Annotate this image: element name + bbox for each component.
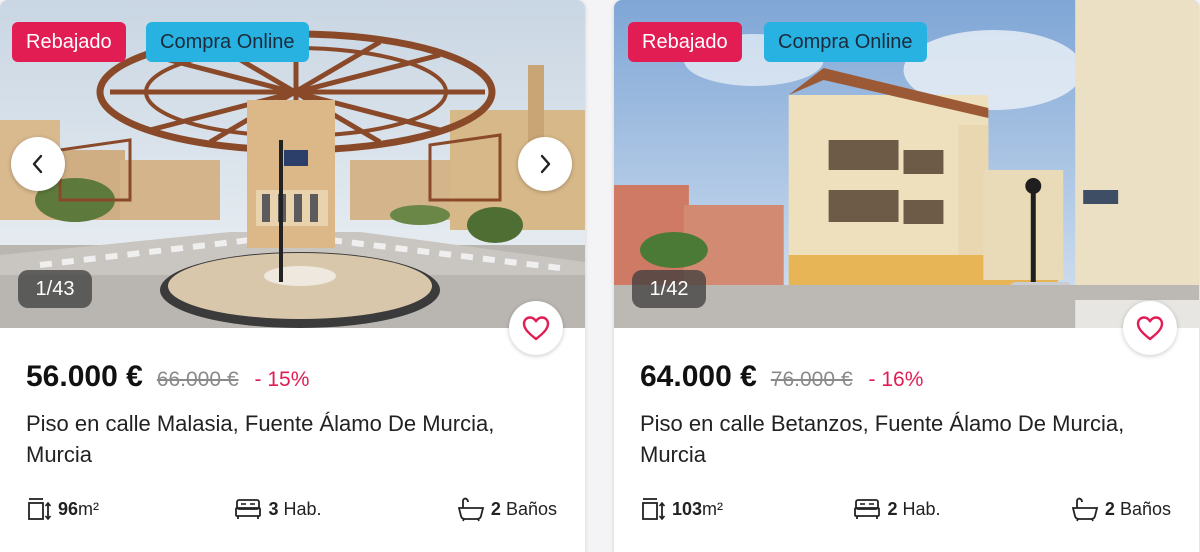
rooms-value: 2 <box>887 498 898 519</box>
area-unit: m² <box>702 498 724 519</box>
rooms-value: 3 <box>268 498 279 519</box>
bathrooms-label: Baños <box>1119 498 1171 519</box>
bathrooms-value: 2 <box>1104 498 1115 519</box>
rooms-label: Hab. <box>902 498 941 519</box>
listing-card[interactable]: Rebajado Compra Online 1/43 56.000 € 66.… <box>0 0 585 552</box>
area-icon <box>642 498 666 521</box>
area-feature: 96 m² <box>26 496 99 522</box>
bathrooms-feature: 2 Baños <box>1071 496 1171 522</box>
discounted-badge: Rebajado <box>628 22 742 62</box>
bed-icon <box>854 499 881 519</box>
bath-icon <box>1071 497 1099 522</box>
chevron-left-icon <box>32 154 43 174</box>
bed-icon <box>235 499 262 519</box>
online-purchase-badge: Compra Online <box>146 22 309 62</box>
area-icon <box>28 498 52 521</box>
current-price: 56.000 € <box>26 360 143 393</box>
discounted-badge: Rebajado <box>12 22 126 62</box>
area-unit: m² <box>78 498 100 519</box>
next-photo-button[interactable] <box>518 137 572 191</box>
listing-grid: Rebajado Compra Online 1/43 56.000 € 66.… <box>0 0 1200 552</box>
features-row: 96 m² 3 Hab. 2 Baños <box>26 496 557 522</box>
photo-counter: 1/42 <box>632 270 706 308</box>
listing-title[interactable]: Piso en calle Malasia, Fuente Álamo De M… <box>26 408 546 470</box>
area-value: 103 <box>672 498 703 519</box>
photo-counter: 1/43 <box>18 270 92 308</box>
listing-photo[interactable]: Rebajado Compra Online 1/42 <box>614 0 1199 328</box>
listing-title[interactable]: Piso en calle Betanzos, Fuente Álamo De … <box>640 408 1160 470</box>
listing-card[interactable]: Rebajado Compra Online 1/42 64.000 € 76.… <box>614 0 1199 552</box>
previous-price: 76.000 € <box>770 368 853 391</box>
listing-photo[interactable]: Rebajado Compra Online 1/43 <box>0 0 585 328</box>
rooms-feature: 2 Hab. <box>853 497 941 521</box>
features-row: 103 m² 2 Hab. 2 Baños <box>640 496 1171 522</box>
bathrooms-value: 2 <box>490 498 501 519</box>
favorite-button[interactable] <box>1123 301 1177 355</box>
price-row: 56.000 € 66.000 € - 15% <box>26 360 309 394</box>
previous-price: 66.000 € <box>156 368 239 391</box>
heart-icon <box>1136 316 1164 341</box>
bathrooms-feature: 2 Baños <box>457 496 557 522</box>
heart-icon <box>522 316 550 341</box>
bathrooms-label: Baños <box>505 498 557 519</box>
area-feature: 103 m² <box>640 496 723 522</box>
rooms-label: Hab. <box>283 498 322 519</box>
previous-photo-button[interactable] <box>11 137 65 191</box>
discount-percentage: - 16% <box>868 368 924 391</box>
rooms-feature: 3 Hab. <box>234 497 322 521</box>
online-purchase-badge: Compra Online <box>764 22 927 62</box>
chevron-right-icon <box>540 154 551 174</box>
favorite-button[interactable] <box>509 301 563 355</box>
discount-percentage: - 15% <box>254 368 310 391</box>
area-value: 96 <box>58 498 79 519</box>
price-row: 64.000 € 76.000 € - 16% <box>640 360 923 394</box>
current-price: 64.000 € <box>640 360 757 393</box>
bath-icon <box>457 497 485 522</box>
